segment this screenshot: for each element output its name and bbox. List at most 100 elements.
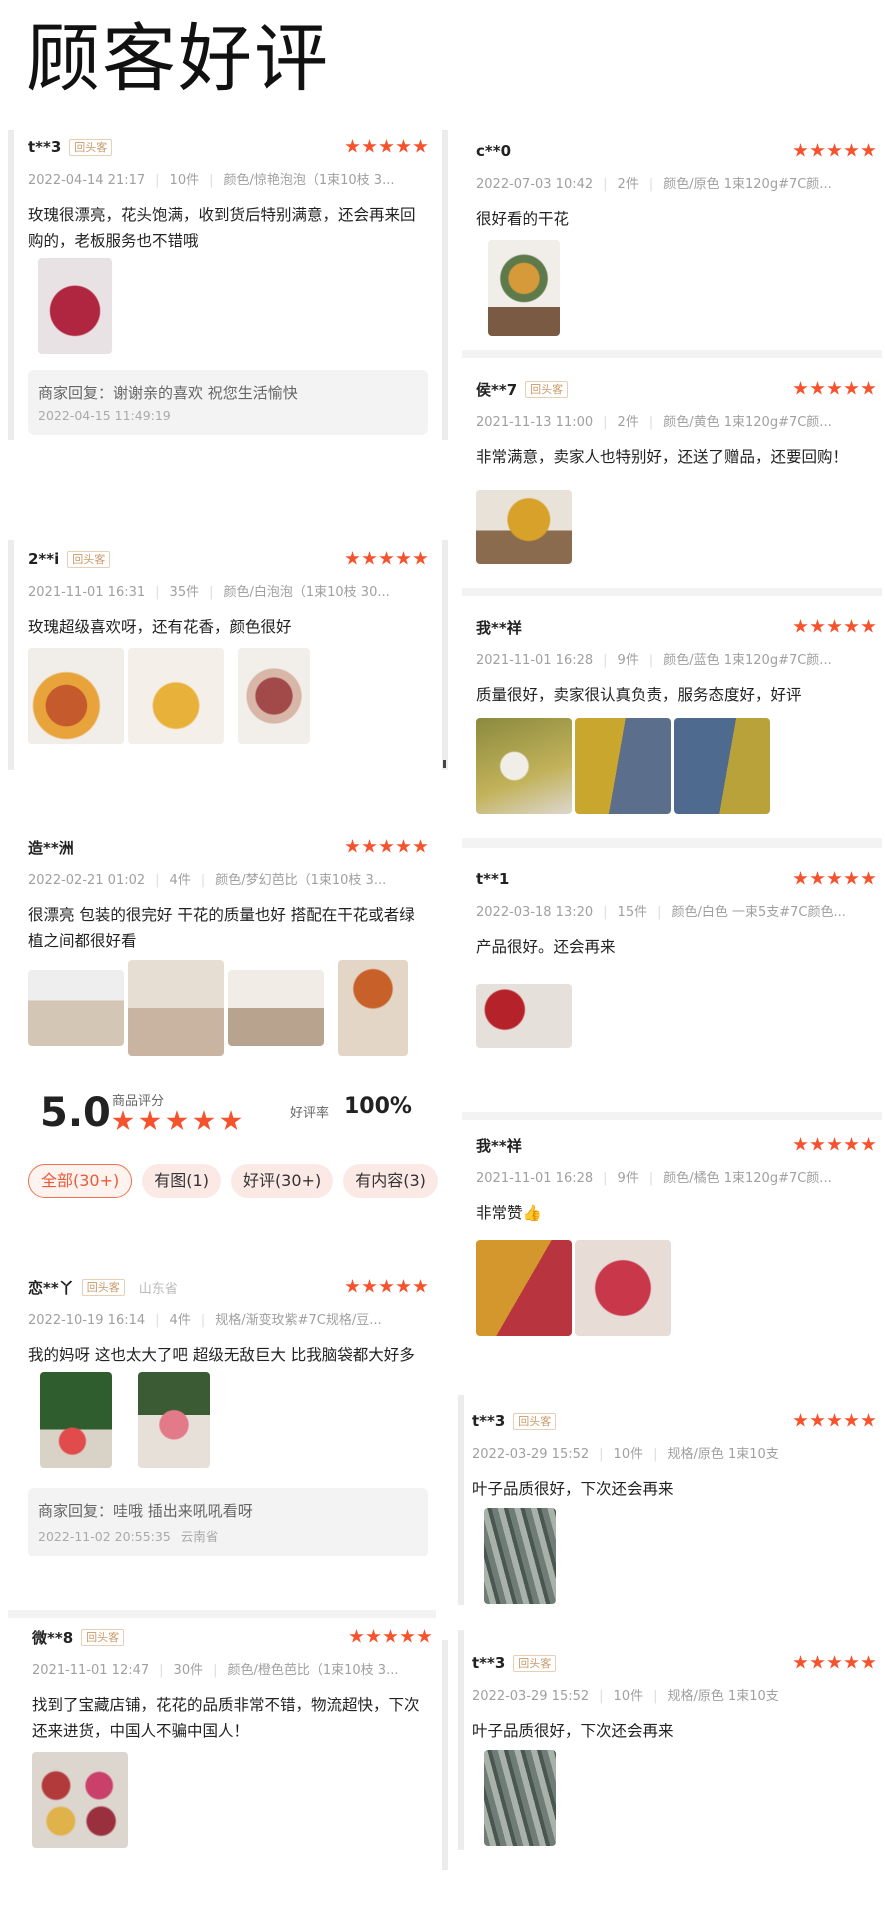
review-text: 叶子品质很好，下次还会再来 [472, 1480, 674, 1498]
review-photo[interactable] [476, 1240, 572, 1336]
star-icon [861, 1413, 876, 1427]
review-photo[interactable] [575, 1240, 671, 1336]
review-spec: 颜色/梦幻芭比（1束10枝 3... [215, 873, 387, 888]
review-date: 2022-03-29 15:52 [472, 1689, 590, 1704]
review-meta: 2022-03-18 13:20 | 15件 | 颜色/白色 一束5支#7C颜色... [476, 905, 846, 920]
review-photo[interactable] [476, 490, 572, 564]
review-date: 2022-07-03 10:42 [476, 177, 594, 192]
reviewer-name: 侯**7 [476, 380, 518, 399]
rating-stars [345, 839, 428, 854]
star-icon [396, 1279, 411, 1293]
review-text: 很漂亮 包装的很完好 干花的质量也好 搭配在干花或者绿植之间都很好看 [28, 906, 415, 950]
card-divider [462, 838, 882, 848]
review-date: 2021-11-01 16:28 [476, 1171, 594, 1186]
reviewer-name: 微**8 [32, 1628, 74, 1647]
review-card: 微**8 回头客 2021-11-01 12:47 | 30件 | 颜色/橙色芭比（1束… [32, 1626, 432, 1862]
star-icon [844, 143, 859, 157]
column-gutter [442, 130, 448, 440]
review-photo[interactable] [28, 970, 124, 1046]
rating-stars [793, 1655, 876, 1670]
review-spec: 颜色/白色 一束5支#7C颜色... [671, 905, 846, 920]
review-date: 2022-04-14 21:17 [28, 173, 146, 188]
review-meta: 2022-02-21 01:02 | 4件 | 颜色/梦幻芭比（1束10枝 3... [28, 873, 387, 888]
star-icon [861, 143, 876, 157]
review-photo[interactable] [476, 984, 572, 1048]
review-qty: 35件 [169, 585, 200, 600]
scrollbar[interactable] [443, 760, 446, 768]
review-photo[interactable] [138, 1372, 210, 1468]
review-meta: 2021-11-01 12:47 | 30件 | 颜色/橙色芭比（1束10枝 3... [32, 1663, 399, 1678]
review-photo[interactable] [28, 648, 124, 744]
star-icon [379, 1279, 394, 1293]
star-icon [396, 839, 411, 853]
review-photo[interactable] [674, 718, 770, 814]
rating-stars [345, 1279, 428, 1294]
review-photo[interactable] [488, 240, 560, 336]
review-date: 2021-11-13 11:00 [476, 415, 594, 430]
review-photo[interactable] [476, 718, 572, 814]
star-icon [400, 1629, 415, 1643]
review-photos [476, 490, 572, 564]
star-icon [844, 381, 859, 395]
star-icon [379, 551, 394, 565]
review-photo[interactable] [484, 1750, 556, 1846]
reviewer-name: t**3 [472, 1412, 506, 1430]
star-icon [345, 839, 360, 853]
star-icon [844, 619, 859, 633]
star-icon [810, 1413, 825, 1427]
reply-text: 商家回复：谢谢亲的喜欢 祝您生活愉快 [38, 384, 298, 402]
star-icon [362, 839, 377, 853]
review-spec: 规格/渐变玫紫#7C规格/豆... [215, 1313, 382, 1328]
review-spec: 颜色/原色 1束120g#7C颜... [663, 177, 832, 192]
review-meta: 2022-04-14 21:17 | 10件 | 颜色/惊艳泡泡（1束10枝 3... [28, 173, 395, 188]
star-icon [810, 143, 825, 157]
filter-positive[interactable]: 好评(30+) [230, 1164, 334, 1198]
filter-with-content[interactable]: 有内容(3) [343, 1164, 438, 1198]
review-photo[interactable] [32, 1752, 128, 1848]
review-spec: 颜色/橘色 1束120g#7C颜... [663, 1171, 832, 1186]
review-card: 侯**7 回头客 2021-11-13 11:00 | 2件 | 颜色/黄色 1束120… [476, 378, 876, 578]
star-icon [413, 139, 428, 153]
filter-with-photos[interactable]: 有图(1) [142, 1164, 221, 1198]
star-icon [413, 839, 428, 853]
review-qty: 4件 [169, 873, 191, 888]
review-spec: 颜色/黄色 1束120g#7C颜... [663, 415, 832, 430]
filter-all[interactable]: 全部(30+) [28, 1164, 133, 1198]
returning-customer-badge: 回头客 [513, 1412, 557, 1430]
review-photos [28, 960, 408, 1056]
star-icon [793, 1137, 808, 1151]
review-photo[interactable] [484, 1508, 556, 1604]
review-photo[interactable] [575, 718, 671, 814]
column-gutter [442, 1640, 448, 1870]
review-photo[interactable] [40, 1372, 112, 1468]
review-spec: 颜色/蓝色 1束120g#7C颜... [663, 653, 832, 668]
star-icon [861, 1137, 876, 1151]
review-photo[interactable] [338, 960, 408, 1056]
review-meta: 2021-11-01 16:31 | 35件 | 颜色/白泡泡（1束10枝 30... [28, 585, 390, 600]
review-photo[interactable] [128, 960, 224, 1056]
review-photo[interactable] [38, 258, 112, 354]
rating-stars [793, 871, 876, 886]
star-icon [844, 1137, 859, 1151]
review-date: 2022-03-29 15:52 [472, 1447, 590, 1462]
review-photo[interactable] [228, 970, 324, 1046]
review-photos [38, 258, 112, 354]
review-card: t**3 回头客 2022-04-14 21:17 | 10件 | 颜色/惊艳泡泡（1束… [28, 136, 428, 436]
review-photo[interactable] [238, 648, 310, 744]
returning-customer-badge: 回头客 [525, 380, 569, 398]
review-photos [488, 240, 560, 336]
review-qty: 10件 [169, 173, 200, 188]
star-icon [345, 139, 360, 153]
star-icon [793, 619, 808, 633]
product-score-label: 商品评分 [112, 1094, 165, 1109]
star-icon [413, 1279, 428, 1293]
star-icon [396, 551, 411, 565]
merchant-reply: 商家回复：哇哦 插出来吼吼看呀 2022-11-02 20:55:35 云南省 [28, 1488, 428, 1556]
star-icon [383, 1629, 398, 1643]
review-photo[interactable] [128, 648, 224, 744]
review-qty: 9件 [617, 653, 639, 668]
product-score: 5.0 [40, 1090, 111, 1136]
rating-stars [793, 619, 876, 634]
star-icon [139, 1110, 161, 1131]
rating-stars [345, 551, 428, 566]
